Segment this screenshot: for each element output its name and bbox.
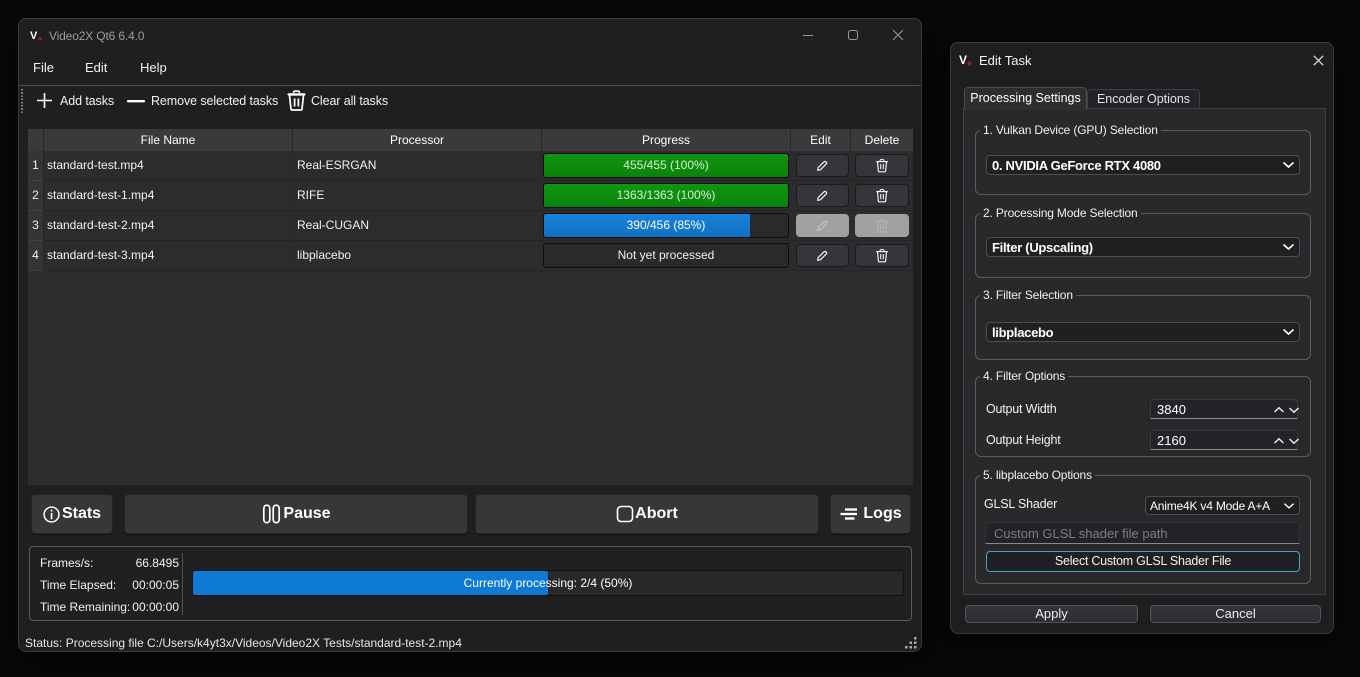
svg-text:V: V bbox=[959, 53, 967, 67]
svg-text:V: V bbox=[30, 30, 38, 42]
